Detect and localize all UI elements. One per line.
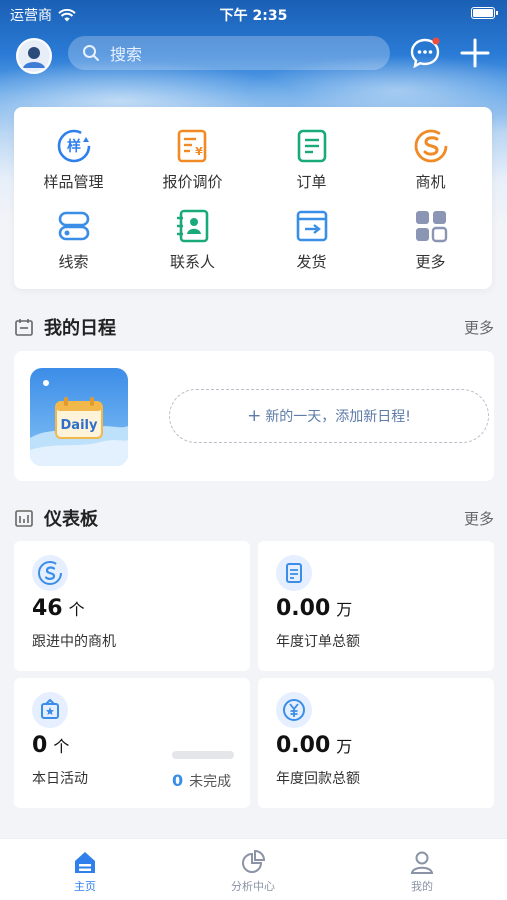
metric-caption: 年度回款总额 xyxy=(276,771,360,787)
svg-text:Daily: Daily xyxy=(61,418,98,433)
menu-item-label: 样品管理 xyxy=(43,173,104,191)
clue-icon xyxy=(58,211,89,241)
tab-label: 我的 xyxy=(411,880,433,893)
message-button[interactable] xyxy=(408,36,442,70)
menu-item-shipment[interactable]: 发货 xyxy=(252,207,371,287)
dashboard-card-orders[interactable]: 0.00 万 年度订单总额 xyxy=(258,541,494,671)
menu-item-label: 线索 xyxy=(58,253,89,271)
metric-caption: 跟进中的商机 xyxy=(32,634,116,650)
activity-progress-bar xyxy=(172,751,234,759)
metric-value: 0.00 万 xyxy=(276,596,353,621)
search-icon xyxy=(83,45,99,61)
status-bar: 运营商 下午 2:35 xyxy=(0,0,507,28)
tab-home[interactable]: 主页 xyxy=(25,849,145,894)
quick-menu-card: 样 样品管理 ¥ 报价调价 订单 商机 线索 联系人 发货 更多 xyxy=(14,107,492,289)
dashboard-card-opportunities[interactable]: 46 个 跟进中的商机 xyxy=(14,541,250,671)
tab-analysis[interactable]: 分析中心 xyxy=(193,849,313,894)
menu-item-label: 联系人 xyxy=(169,253,215,271)
dashboard-title: 仪表板 xyxy=(44,509,98,530)
menu-item-more[interactable]: 更多 xyxy=(371,207,490,287)
avatar[interactable] xyxy=(16,38,52,74)
dashboard-more-link[interactable]: 更多 xyxy=(464,508,494,529)
menu-item-contact[interactable]: 联系人 xyxy=(133,207,252,287)
bottom-tab-bar: 主页 分析中心 我的 xyxy=(0,838,507,900)
metric-value: 0.00 万 xyxy=(276,733,353,758)
menu-item-sample[interactable]: 样 样品管理 xyxy=(14,127,133,207)
notification-dot xyxy=(432,37,440,45)
pie-chart-icon xyxy=(242,849,266,873)
menu-item-opportunity[interactable]: 商机 xyxy=(371,127,490,207)
menu-item-quote[interactable]: ¥ 报价调价 xyxy=(133,127,252,207)
payment-icon xyxy=(276,692,312,728)
metric-value: 0个 xyxy=(32,733,70,758)
menu-item-label: 发货 xyxy=(296,253,327,271)
dashboard-header: 仪表板 更多 xyxy=(14,505,494,531)
tab-mine[interactable]: 我的 xyxy=(362,849,482,894)
tab-label: 主页 xyxy=(74,880,96,893)
plus-icon: + xyxy=(247,406,262,426)
search-placeholder: 搜索 xyxy=(110,45,143,64)
schedule-title: 我的日程 xyxy=(44,318,116,339)
tab-label: 分析中心 xyxy=(231,880,275,893)
person-avatar-icon xyxy=(18,40,50,72)
order-icon xyxy=(297,129,326,163)
menu-item-order[interactable]: 订单 xyxy=(252,127,371,207)
menu-item-label: 订单 xyxy=(296,173,327,191)
daily-illustration: Daily xyxy=(30,368,128,466)
schedule-card: Daily + 新的一天，添加新日程! xyxy=(14,351,494,481)
quote-icon: ¥ xyxy=(177,129,206,163)
menu-item-label: 报价调价 xyxy=(162,173,223,191)
status-time: 下午 2:35 xyxy=(219,8,288,24)
dashboard-icon xyxy=(15,510,33,527)
activity-icon xyxy=(32,692,68,728)
dashboard-card-payments[interactable]: 0.00 万 年度回款总额 xyxy=(258,678,494,808)
opportunity-icon xyxy=(32,555,68,591)
user-icon xyxy=(410,851,434,874)
metric-caption: 本日活动 xyxy=(32,771,88,787)
calendar-icon xyxy=(15,319,33,336)
sample-icon: 样 xyxy=(57,129,90,163)
schedule-more-link[interactable]: 更多 xyxy=(464,317,494,338)
menu-item-label: 商机 xyxy=(415,173,446,191)
opportunity-icon xyxy=(414,129,447,163)
svg-text:¥: ¥ xyxy=(195,145,203,158)
add-schedule-button[interactable]: + 新的一天，添加新日程! xyxy=(169,389,489,443)
dashboard-card-activities[interactable]: 0个 本日活动 0 未完成 xyxy=(14,678,250,808)
order-icon xyxy=(276,555,312,591)
menu-item-clue[interactable]: 线索 xyxy=(14,207,133,287)
svg-text:样: 样 xyxy=(67,138,81,155)
home-icon xyxy=(75,852,95,873)
add-schedule-label: 新的一天，添加新日程! xyxy=(265,409,411,425)
grid-icon xyxy=(415,211,447,243)
metric-caption: 年度订单总额 xyxy=(276,634,360,650)
add-button[interactable] xyxy=(458,36,492,70)
schedule-header: 我的日程 更多 xyxy=(14,314,494,340)
shipment-icon xyxy=(296,210,327,242)
search-input[interactable]: 搜索 xyxy=(68,36,390,70)
contact-icon xyxy=(176,209,208,243)
metric-value: 46 个 xyxy=(32,596,85,621)
top-bar: 搜索 xyxy=(0,36,507,74)
undone-count: 0 未完成 xyxy=(172,771,232,790)
battery-icon xyxy=(471,7,498,19)
menu-item-label: 更多 xyxy=(415,253,446,271)
